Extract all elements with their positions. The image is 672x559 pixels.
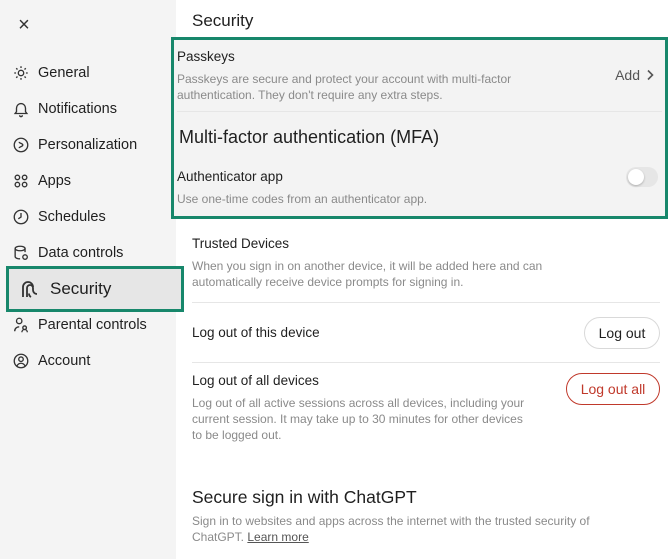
account-icon	[12, 352, 30, 370]
sidebar-item-label: Notifications	[38, 101, 117, 117]
sidebar-item-label: General	[38, 65, 90, 81]
sidebar-item-apps[interactable]: Apps	[12, 169, 71, 193]
sidebar-item-security[interactable]: Security	[6, 266, 184, 312]
sidebar-item-label: Security	[50, 279, 112, 298]
sidebar-item-notifications[interactable]: Notifications	[12, 97, 117, 121]
authenticator-app-title: Authenticator app	[177, 169, 283, 184]
personalization-icon	[12, 136, 30, 154]
add-passkey-button[interactable]: Add	[615, 67, 654, 83]
secure-signin-title: Secure sign in with ChatGPT	[192, 487, 417, 507]
gear-icon	[12, 64, 30, 82]
trusted-devices-description: When you sign in on another device, it w…	[192, 259, 543, 289]
close-icon[interactable]: ×	[14, 15, 34, 35]
sidebar-item-label: Schedules	[38, 209, 106, 225]
database-icon	[12, 244, 30, 262]
logout-all-button[interactable]: Log out all	[566, 373, 660, 405]
learn-more-link[interactable]: Learn more	[247, 530, 308, 544]
parental-icon	[12, 316, 30, 334]
divider	[192, 302, 660, 303]
logout-device-title: Log out of this device	[192, 325, 320, 340]
sidebar-item-label: Data controls	[38, 245, 124, 261]
divider	[177, 111, 662, 112]
page-title: Security	[192, 11, 254, 30]
logout-button[interactable]: Log out	[584, 317, 660, 349]
settings-sidebar: × General Notifications Personalization …	[0, 0, 184, 559]
sidebar-item-label: Personalization	[38, 137, 138, 153]
chevron-right-icon	[647, 69, 654, 81]
passkeys-description: Passkeys are secure and protect your acc…	[177, 72, 512, 102]
sidebar-item-label: Apps	[38, 173, 72, 189]
passkeys-title: Passkeys	[177, 49, 235, 64]
security-panel: Security Passkeys Passkeys are secure an…	[171, 0, 672, 559]
logout-all-description: Log out of all active sessions across al…	[192, 396, 525, 442]
logout-all-title: Log out of all devices	[192, 373, 319, 388]
sidebar-item-label: Account	[38, 353, 91, 369]
sidebar-item-personalization[interactable]: Personalization	[12, 133, 137, 157]
clock-icon	[12, 208, 30, 226]
highlighted-section: Passkeys Passkeys are secure and protect…	[171, 37, 668, 219]
add-label: Add	[615, 67, 640, 83]
divider	[192, 362, 660, 363]
sidebar-item-parental-controls[interactable]: Parental controls	[12, 313, 147, 337]
authenticator-app-description: Use one-time codes from an authenticator…	[177, 192, 428, 206]
sidebar-item-general[interactable]: General	[12, 61, 90, 85]
security-icon	[18, 277, 42, 301]
authenticator-app-toggle[interactable]	[626, 167, 658, 187]
sidebar-item-label: Parental controls	[38, 317, 147, 333]
trusted-devices-title: Trusted Devices	[192, 236, 290, 251]
secure-signin-description: Sign in to websites and apps across the …	[192, 513, 642, 545]
mfa-title: Multi-factor authentication (MFA)	[179, 127, 440, 147]
apps-grid-icon	[12, 172, 30, 190]
bell-icon	[12, 100, 30, 118]
sidebar-item-data-controls[interactable]: Data controls	[12, 241, 123, 265]
toggle-knob	[628, 169, 644, 185]
sidebar-item-account[interactable]: Account	[12, 349, 90, 373]
sidebar-item-schedules[interactable]: Schedules	[12, 205, 106, 229]
